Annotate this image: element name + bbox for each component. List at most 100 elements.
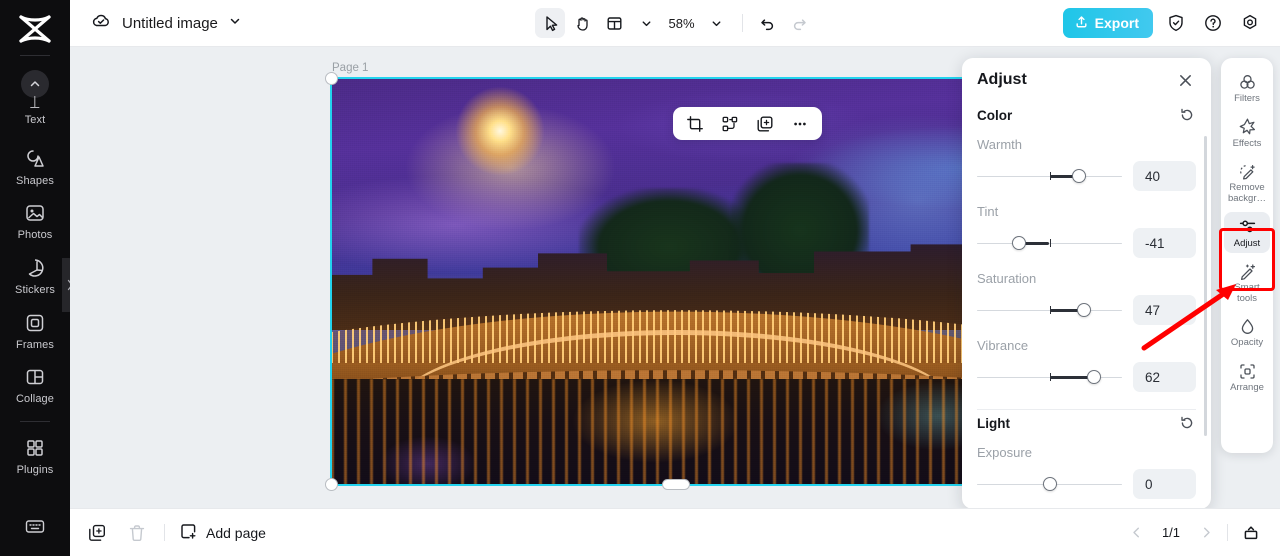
sidebar-item-shapes[interactable]: Shapes [0, 139, 70, 194]
photos-icon [23, 201, 47, 225]
section-divider [977, 409, 1196, 410]
sidebar-item-text[interactable]: Text [0, 62, 70, 139]
zoom-level[interactable]: 58% [663, 16, 699, 31]
resize-handle-top-left[interactable] [325, 72, 338, 85]
undo-button[interactable] [753, 8, 783, 38]
close-icon[interactable] [1174, 69, 1196, 91]
redo-button[interactable] [785, 8, 815, 38]
slider-knob-saturation[interactable] [1077, 303, 1091, 317]
sidebar-item-photos[interactable]: Photos [0, 193, 70, 248]
duplicate-button[interactable] [752, 111, 778, 137]
add-page-icon [179, 522, 198, 544]
slider-knob-warmth[interactable] [1072, 169, 1086, 183]
right-tool-filters[interactable]: Filters [1224, 67, 1270, 109]
sidebar-item-stickers[interactable]: Stickers [0, 248, 70, 303]
page-indicator: 1/1 [1157, 525, 1185, 540]
flip-button[interactable] [717, 111, 743, 137]
right-tool-effects[interactable]: Effects [1224, 112, 1270, 154]
slider-row-exposure[interactable]: 0 [977, 469, 1196, 499]
text-icon [21, 70, 49, 98]
right-tool-remove-background[interactable]: Remove backgr… [1224, 156, 1270, 208]
crop-icon [686, 115, 704, 133]
slider-row-saturation[interactable]: 47 [977, 295, 1196, 325]
help-circle-icon[interactable] [1199, 9, 1227, 37]
sidebar-item-plugins[interactable]: Plugins [0, 428, 70, 483]
slider-knob-exposure[interactable] [1043, 477, 1057, 491]
add-page-button[interactable]: Add page [179, 522, 266, 544]
adjust-icon [1237, 217, 1257, 237]
export-button[interactable]: Export [1063, 8, 1153, 38]
capcut-logo-icon[interactable] [13, 12, 57, 46]
hand-icon [573, 14, 592, 33]
delete-page-button[interactable] [124, 520, 150, 546]
slider-row-warmth[interactable]: 40 [977, 161, 1196, 191]
adjust-panel-body[interactable]: Color Warmth 40 Tint [962, 102, 1211, 509]
layout-icon [605, 14, 624, 33]
next-page-button[interactable] [1195, 522, 1217, 544]
slider-row-vibrance[interactable]: 62 [977, 362, 1196, 392]
right-tool-adjust[interactable]: Adjust [1224, 212, 1270, 254]
shield-check-icon[interactable] [1162, 9, 1190, 37]
bottom-toolbar: Add page 1/1 [70, 508, 1280, 556]
document-info: Untitled image [70, 10, 242, 37]
layout-tool-button[interactable] [599, 8, 629, 38]
add-page-label: Add page [206, 525, 266, 541]
adjust-panel-title: Adjust [977, 71, 1027, 89]
section-title: Color [977, 108, 1012, 123]
stickers-icon [23, 256, 47, 280]
resize-handle-bottom-left[interactable] [325, 478, 338, 491]
opacity-icon [1237, 316, 1257, 336]
chevron-left-icon [1129, 525, 1144, 540]
crop-button[interactable] [682, 111, 708, 137]
right-tool-opacity[interactable]: Opacity [1224, 311, 1270, 353]
slider-center-tick [1050, 239, 1052, 247]
reset-icon[interactable] [1178, 414, 1196, 432]
hand-tool-button[interactable] [567, 8, 597, 38]
keyboard-shortcuts-button[interactable] [0, 506, 70, 544]
pages-panel-button[interactable] [1238, 520, 1264, 546]
frames-icon [23, 311, 47, 335]
slider-value-saturation[interactable]: 47 [1133, 295, 1196, 325]
slider-value-tint[interactable]: -41 [1133, 228, 1196, 258]
slider-track-saturation[interactable] [977, 303, 1122, 317]
duplicate-page-button[interactable] [84, 520, 110, 546]
slider-center-tick [1050, 306, 1052, 314]
effects-icon [1237, 117, 1257, 137]
slider-track-exposure[interactable] [977, 477, 1122, 491]
prev-page-button[interactable] [1125, 522, 1147, 544]
reset-icon[interactable] [1178, 106, 1196, 124]
duplicate-icon [756, 115, 774, 133]
slider-track-vibrance[interactable] [977, 370, 1122, 384]
slider-value-vibrance[interactable]: 62 [1133, 362, 1196, 392]
select-tool-button[interactable] [535, 8, 565, 38]
page-label: Page 1 [332, 62, 368, 74]
settings-gear-icon[interactable] [1236, 9, 1264, 37]
slider-knob-tint[interactable] [1012, 236, 1026, 250]
sidebar-item-label: Photos [18, 229, 53, 242]
chevron-down-icon[interactable] [228, 14, 242, 33]
more-button[interactable] [787, 111, 813, 137]
layout-dropdown-button[interactable] [631, 8, 661, 38]
right-tool-arrange[interactable]: Arrange [1224, 356, 1270, 398]
chevron-down-icon [710, 17, 723, 30]
undo-icon [758, 14, 777, 33]
sidebar-item-collage[interactable]: Collage [0, 357, 70, 412]
document-title[interactable]: Untitled image [122, 15, 218, 32]
zoom-dropdown-button[interactable] [702, 8, 732, 38]
section-title: Light [977, 416, 1010, 431]
filters-icon [1237, 72, 1257, 92]
right-tool-smart-tools[interactable]: Smart tools [1224, 256, 1270, 308]
slider-value-exposure[interactable]: 0 [1133, 469, 1196, 499]
section-header-light: Light [977, 414, 1196, 432]
slider-center-tick [1050, 373, 1052, 381]
resize-handle-bottom-center[interactable] [662, 479, 690, 490]
cloud-check-icon[interactable] [90, 10, 112, 37]
slider-track-tint[interactable] [977, 236, 1122, 250]
slider-knob-vibrance[interactable] [1087, 370, 1101, 384]
slider-track-warmth[interactable] [977, 169, 1122, 183]
panel-scrollbar[interactable] [1204, 136, 1208, 436]
sidebar-item-label: Frames [16, 339, 54, 352]
sidebar-item-frames[interactable]: Frames [0, 303, 70, 358]
slider-value-warmth[interactable]: 40 [1133, 161, 1196, 191]
slider-row-tint[interactable]: -41 [977, 228, 1196, 258]
